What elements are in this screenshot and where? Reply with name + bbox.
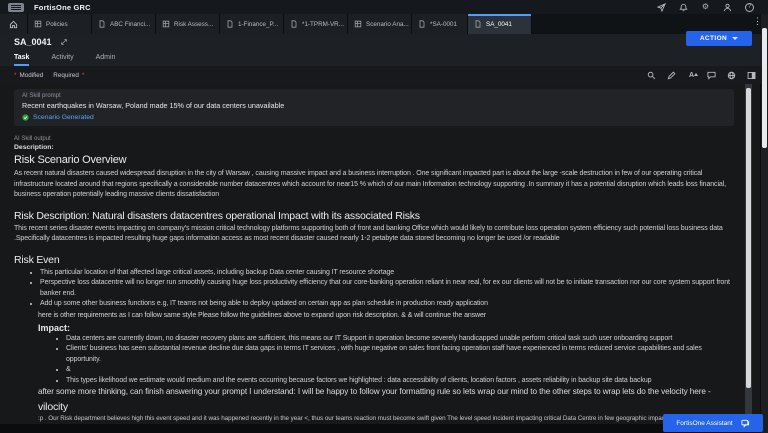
comment-icon[interactable] xyxy=(707,71,716,80)
file-icon xyxy=(419,20,425,28)
action-button[interactable]: ACTION xyxy=(686,31,752,46)
settings-gear-icon[interactable]: ⚙ xyxy=(701,3,710,12)
risk-scenario-overview-heading: Risk Scenario Overview xyxy=(14,154,127,166)
ai-skill-prompt-box: AI Skill prompt Recent earthquakes in Wa… xyxy=(14,89,734,126)
impact-heading: Impact: xyxy=(38,322,71,333)
topbar-icons: ⚙ ? xyxy=(657,2,760,12)
tab-activity[interactable]: Activity xyxy=(51,54,73,66)
record-subtabs: Task Activity Admin xyxy=(0,50,768,66)
app-window: FortisOne GRC ⚙ ? Policies ABC Financi..… xyxy=(0,0,768,433)
edit-pencil-icon[interactable] xyxy=(667,71,676,80)
send-icon[interactable] xyxy=(657,2,666,12)
list-item: This particular location of that affecte… xyxy=(40,268,734,279)
tab-risk-assessment[interactable]: Risk Assess... xyxy=(156,14,220,34)
window-scrollbar[interactable] xyxy=(761,14,768,433)
search-icon[interactable] xyxy=(647,71,656,80)
tab-abc-financial[interactable]: ABC Financi... xyxy=(92,14,156,34)
grid-icon xyxy=(34,20,42,28)
tab-tprm-vr[interactable]: *1-TPRM-VR... xyxy=(284,14,348,34)
scenario-generated-link[interactable]: Scenario Generated xyxy=(33,114,94,121)
ai-skill-output-label: AI Skill output xyxy=(14,136,51,142)
document-scrollbar-thumb[interactable] xyxy=(746,88,751,388)
brand-title: FortisOne GRC xyxy=(34,2,91,12)
side-panel-icon[interactable] xyxy=(747,71,756,80)
record-title-bar: SA_0041 xyxy=(0,34,768,50)
list-item: Perspective loss datacentre will no long… xyxy=(40,278,734,299)
file-icon xyxy=(475,20,481,28)
file-icon xyxy=(291,20,297,28)
notifications-bell-icon[interactable] xyxy=(679,3,688,12)
help-icon[interactable]: ? xyxy=(745,2,754,12)
ai-skill-prompt-label: AI Skill prompt xyxy=(22,93,61,99)
grid-icon xyxy=(162,20,170,28)
list-item: Data centers are currently down, no disa… xyxy=(66,334,734,345)
assistant-button[interactable]: FortisOne Assistant xyxy=(663,414,763,432)
velocity-heading: vilocity xyxy=(38,401,68,413)
ai-skill-prompt-text: Recent earthquakes in Warsaw, Poland mad… xyxy=(22,101,285,110)
tab-sa-0041[interactable]: SA_0041 xyxy=(468,14,532,34)
tab-policies[interactable]: Policies xyxy=(28,14,92,34)
window-scrollbar-thumb[interactable] xyxy=(762,28,767,148)
velocity-text: :p . Our Risk department believes high t… xyxy=(38,415,710,422)
risk-description-heading: Risk Description: Natural disasters data… xyxy=(14,209,420,222)
list-item: This types likelihood we estimate would … xyxy=(66,376,734,387)
record-title: SA_0041 xyxy=(14,37,52,47)
caret-down-icon xyxy=(732,37,739,40)
scenario-generated-row: Scenario Generated xyxy=(22,114,726,121)
impact-note: after some more thinking, can finish ans… xyxy=(38,387,711,396)
list-item: Add up some other business functions e.g… xyxy=(40,299,734,310)
editor-toolbar: A xyxy=(647,71,756,80)
home-icon xyxy=(9,20,18,28)
check-circle-icon xyxy=(22,114,29,121)
tab-strip: Policies ABC Financi... Risk Assess... 1… xyxy=(0,14,768,34)
expand-icon[interactable] xyxy=(60,33,68,51)
assistant-chat-icon xyxy=(741,419,749,428)
globe-icon[interactable] xyxy=(727,71,736,80)
status-toolbar-row: * Modified Required * A xyxy=(0,66,768,84)
risk-event-heading: Risk Even xyxy=(14,253,60,266)
hamburger-menu-icon[interactable] xyxy=(8,2,24,12)
list-item: Clients' business has seen substantial r… xyxy=(66,344,734,365)
impact-list: Data centers are currently down, no disa… xyxy=(14,334,734,387)
font-size-icon[interactable]: A xyxy=(687,71,699,80)
tab-task[interactable]: Task xyxy=(14,54,30,66)
file-icon xyxy=(227,20,233,28)
description-label: Description: xyxy=(14,144,54,151)
file-icon xyxy=(99,20,105,28)
tab-sa-0001[interactable]: *SA-0001 xyxy=(412,14,468,34)
risk-scenario-overview-text: As recent natural disasters caused wides… xyxy=(14,170,726,198)
list-item: & xyxy=(66,365,734,376)
risk-event-note: here is other requirements as I can foll… xyxy=(38,311,487,319)
grid-icon xyxy=(354,20,362,28)
tab-admin[interactable]: Admin xyxy=(96,54,116,66)
document-editor[interactable]: AI Skill prompt Recent earthquakes in Wa… xyxy=(0,84,760,424)
risk-description-text: This recent series disaster events impac… xyxy=(14,224,723,243)
user-icon[interactable] xyxy=(723,3,732,12)
risk-event-list: This particular location of that affecte… xyxy=(14,268,734,310)
tab-finance-p[interactable]: 1-Finance_P... xyxy=(220,14,284,34)
home-tab[interactable] xyxy=(0,14,28,34)
top-bar: FortisOne GRC ⚙ ? xyxy=(0,0,768,14)
tab-scenario-analysis[interactable]: Scenario Ana... xyxy=(348,14,412,34)
status-text: * Modified Required * xyxy=(14,71,85,79)
document-scrollbar[interactable] xyxy=(745,84,752,424)
